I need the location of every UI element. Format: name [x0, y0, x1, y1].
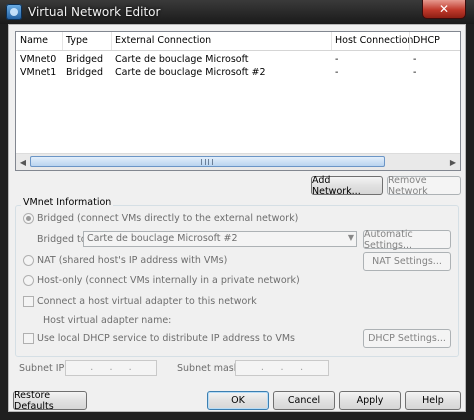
apply-button[interactable]: Apply	[339, 391, 401, 410]
window-title: Virtual Network Editor	[28, 5, 161, 19]
scroll-left-arrow-icon[interactable]: ◀	[17, 156, 29, 168]
network-editor-app-icon	[6, 4, 22, 20]
vmnet-information-label: VMnet Information	[21, 197, 114, 208]
dhcp-settings-button[interactable]: DHCP Settings...	[363, 329, 451, 348]
nat-label: NAT (shared host's IP address with VMs)	[37, 255, 228, 266]
column-header-type[interactable]: Type	[66, 35, 88, 46]
scrollbar-thumb[interactable]	[30, 156, 385, 167]
bridged-radio[interactable]	[23, 213, 34, 224]
column-header-host-connection[interactable]: Host Connection	[335, 35, 413, 46]
dialog-body: Name Type External Connection Host Conne…	[8, 24, 466, 412]
remove-network-button[interactable]: Remove Network	[387, 175, 461, 197]
ip-dot: .	[300, 362, 304, 373]
table-row[interactable]: VMnet1 Bridged Carte de bouclage Microso…	[16, 67, 460, 80]
subnet-ip-label: Subnet IP:	[19, 363, 68, 374]
ip-dot: .	[128, 362, 132, 373]
subnet-mask-input[interactable]: ...	[235, 360, 329, 376]
column-divider	[111, 32, 112, 50]
grip-icon	[201, 159, 213, 165]
bridged-label: Bridged (connect VMs directly to the ext…	[37, 213, 299, 224]
row-external-connection-cell: Carte de bouclage Microsoft	[115, 54, 249, 65]
bridged-to-value: Carte de bouclage Microsoft #2	[87, 233, 238, 244]
ok-button[interactable]: OK	[207, 391, 269, 410]
row-name-cell: VMnet0	[20, 54, 57, 65]
help-button[interactable]: Help	[405, 391, 461, 410]
host-only-label: Host-only (connect VMs internally in a p…	[37, 275, 300, 286]
row-type-cell: Bridged	[66, 54, 103, 65]
horizontal-scrollbar[interactable]: ◀ ▶	[16, 153, 460, 170]
nat-settings-button[interactable]: NAT Settings...	[363, 252, 451, 271]
row-dhcp-cell: -	[413, 54, 417, 65]
column-header-name[interactable]: Name	[20, 35, 48, 46]
automatic-settings-button[interactable]: Automatic Settings...	[363, 229, 451, 251]
use-dhcp-label: Use local DHCP service to distribute IP …	[37, 333, 295, 344]
connect-host-adapter-label: Connect a host virtual adapter to this n…	[37, 296, 257, 307]
column-header-dhcp[interactable]: DHCP	[413, 35, 440, 46]
table-row[interactable]: VMnet0 Bridged Carte de bouclage Microso…	[16, 54, 460, 67]
row-external-connection-cell: Carte de bouclage Microsoft #2	[115, 67, 266, 78]
use-dhcp-checkbox[interactable]	[23, 333, 34, 344]
subnet-ip-input[interactable]: ...	[65, 360, 157, 376]
ip-dot: .	[260, 362, 264, 373]
subnet-mask-label: Subnet mask:	[177, 363, 243, 374]
chevron-down-icon: ▼	[347, 233, 354, 242]
network-list-header: Name Type External Connection Host Conne…	[16, 32, 460, 51]
row-type-cell: Bridged	[66, 67, 103, 78]
restore-defaults-button[interactable]: Restore Defaults	[13, 390, 87, 412]
nat-radio[interactable]	[23, 255, 34, 266]
cancel-button[interactable]: Cancel	[273, 391, 335, 410]
row-dhcp-cell: -	[413, 67, 417, 78]
column-divider	[62, 32, 63, 50]
bridged-to-select[interactable]: Carte de bouclage Microsoft #2 ▼	[83, 231, 357, 247]
title-bar[interactable]: Virtual Network Editor ✕	[0, 0, 474, 24]
column-divider	[409, 32, 410, 50]
ip-dot: .	[90, 362, 94, 373]
virtual-network-editor-window: Virtual Network Editor ✕ Name Type Exter…	[0, 0, 474, 420]
bridged-to-label: Bridged to:	[37, 234, 90, 245]
add-network-button[interactable]: Add Network...	[311, 175, 383, 197]
scroll-right-arrow-icon[interactable]: ▶	[447, 156, 459, 168]
row-name-cell: VMnet1	[20, 67, 57, 78]
row-host-connection-cell: -	[335, 67, 339, 78]
close-button[interactable]: ✕	[422, 0, 466, 19]
ip-dot: .	[109, 362, 113, 373]
ip-dot: .	[280, 362, 284, 373]
connect-host-adapter-checkbox[interactable]	[23, 296, 34, 307]
network-list[interactable]: Name Type External Connection Host Conne…	[15, 31, 461, 171]
host-only-radio[interactable]	[23, 275, 34, 286]
row-host-connection-cell: -	[335, 54, 339, 65]
host-adapter-name-label: Host virtual adapter name:	[43, 315, 172, 326]
column-divider	[331, 32, 332, 50]
column-header-external-connection[interactable]: External Connection	[115, 35, 211, 46]
